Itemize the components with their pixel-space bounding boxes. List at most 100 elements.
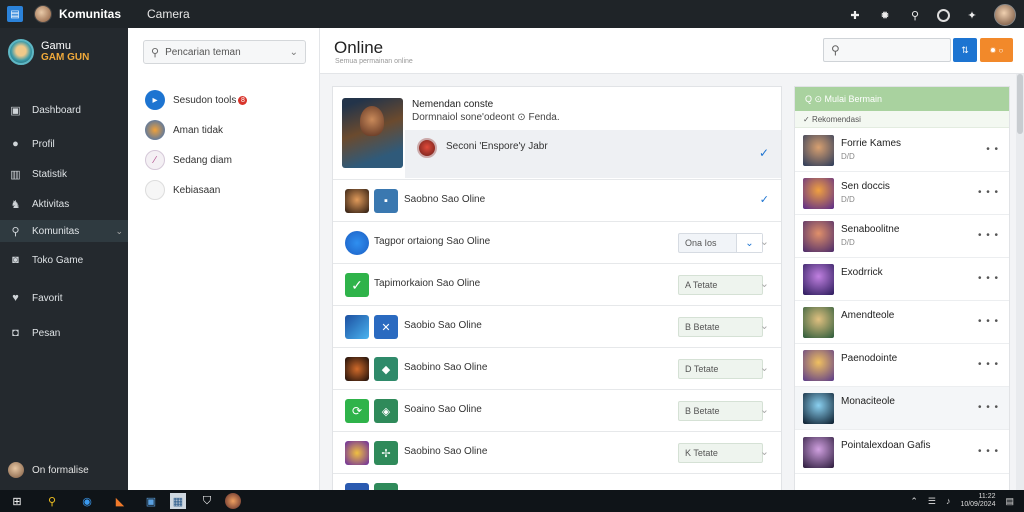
game-row[interactable]: ▪ Saobno Sao Oline ✓ bbox=[333, 179, 781, 221]
friend-item[interactable]: ▸ Sesudon tools 8 bbox=[145, 90, 248, 110]
game-row[interactable]: Tagpor ortaiong Sao Oline Ona Ios ⌄ ⌄ bbox=[333, 221, 781, 263]
folder-icon[interactable]: ▣ bbox=[143, 493, 159, 509]
recommended-game[interactable]: Senaboolitne D/D • • • bbox=[795, 215, 1009, 258]
featured-row-text: Seconi 'Enspore'y Jabr bbox=[446, 141, 548, 152]
search-icon[interactable]: ⚲ bbox=[44, 493, 60, 509]
settings-icon[interactable]: ✹ bbox=[877, 7, 893, 23]
check-icon[interactable]: ✓ bbox=[760, 193, 769, 206]
app-icon[interactable]: ▤ bbox=[7, 6, 23, 22]
more-icon[interactable]: • • • bbox=[978, 187, 999, 198]
user-avatar[interactable] bbox=[994, 4, 1016, 26]
nav-footer[interactable]: On formalise bbox=[8, 462, 89, 478]
active-app-icon[interactable]: ▦ bbox=[170, 493, 186, 509]
friend-item[interactable]: Aman tidak bbox=[145, 120, 223, 140]
recommended-game[interactable]: Exodrrick • • • bbox=[795, 258, 1009, 301]
brand[interactable]: Gamu GAM GUN bbox=[0, 28, 128, 80]
monitor-icon: ▣ bbox=[10, 104, 21, 117]
friend-item[interactable]: ∕ Sedang diam bbox=[145, 150, 232, 170]
status-pill-label: Ona Ios bbox=[685, 238, 717, 248]
puzzle-icon[interactable]: ✚ bbox=[847, 7, 863, 23]
chevron-up-icon[interactable]: ⌃ bbox=[910, 496, 918, 507]
status-pill[interactable]: D Tetate bbox=[678, 359, 763, 379]
title-bar: ▤ Komunitas Camera ✚ ✹ ⚲ ✦ bbox=[0, 0, 1024, 28]
search-user-icon: ⚲ bbox=[11, 225, 20, 238]
search-icon[interactable]: ⚲ bbox=[907, 7, 923, 23]
clock-time: 11:22 bbox=[978, 493, 996, 500]
featured-title: Nemendan conste bbox=[412, 99, 494, 110]
recommended-game[interactable]: Amendteole • • • bbox=[795, 301, 1009, 344]
friends-search-input[interactable]: ⚲ Pencarian teman ⌄ bbox=[143, 40, 306, 64]
chat-icon: ◘ bbox=[12, 327, 19, 339]
clock[interactable]: 11:22 10/09/2024 bbox=[960, 493, 995, 509]
gift-icon[interactable]: ✦ bbox=[964, 7, 980, 23]
more-icon[interactable]: • • • bbox=[978, 273, 999, 284]
chevron-down-icon[interactable]: ⌄ bbox=[290, 47, 298, 58]
friend-item[interactable]: Kebiasaan bbox=[145, 180, 220, 200]
chevron-down-icon[interactable]: ⌄ bbox=[760, 235, 769, 248]
recommended-game[interactable]: Forrie Kames D/D • • bbox=[795, 129, 1009, 172]
more-icon[interactable]: • • • bbox=[978, 402, 999, 413]
nav-item-profile[interactable]: ● Profil bbox=[0, 133, 128, 155]
network-icon[interactable]: ☰ bbox=[928, 496, 936, 507]
nav-item-dashboard[interactable]: ▣ Dashboard bbox=[0, 99, 128, 121]
recommended-game[interactable]: Paenodointe • • • bbox=[795, 344, 1009, 387]
nav-item-messages[interactable]: ◘ Pesan bbox=[0, 322, 128, 344]
profile-avatar[interactable] bbox=[34, 5, 52, 23]
chevron-down-icon[interactable]: ⌄ bbox=[760, 277, 769, 290]
shield-icon[interactable]: ⛉ bbox=[199, 493, 215, 509]
recommended-game[interactable]: Monaciteole • • • bbox=[795, 387, 1009, 430]
browser-icon[interactable]: ◉ bbox=[79, 493, 95, 509]
recommended-game[interactable]: Sen doccis D/D • • • bbox=[795, 172, 1009, 215]
app-icon[interactable]: ◣ bbox=[112, 493, 128, 509]
vertical-scrollbar[interactable] bbox=[1016, 74, 1024, 490]
game-row[interactable]: ⟳ ◈ Soaino Sao Oline B Betate ⌄ bbox=[333, 389, 781, 431]
chevron-down-icon[interactable]: ⌄ bbox=[760, 445, 769, 458]
recommended-game[interactable]: Pointalexdoan Gafis • • • bbox=[795, 431, 1009, 474]
more-icon[interactable]: • • • bbox=[978, 316, 999, 327]
game-row[interactable]: ✓ Tapimorkaion Sao Oline A Tetate ⌄ bbox=[333, 263, 781, 305]
status-pill[interactable]: B Betate bbox=[678, 401, 763, 421]
featured-game[interactable]: Nemendan conste Dormnaiol sone'odeont ⊙ … bbox=[333, 87, 781, 179]
start-icon[interactable]: ⊞ bbox=[9, 493, 25, 509]
main-search-input[interactable]: ⚲ bbox=[823, 38, 951, 62]
status-pill[interactable]: A Tetate bbox=[678, 275, 763, 295]
tab-camera[interactable]: Camera bbox=[147, 7, 190, 21]
game-thumbnail bbox=[345, 315, 369, 339]
status-pill[interactable]: Ona Ios ⌄ bbox=[678, 233, 763, 253]
notification-center-icon[interactable]: ▤ bbox=[1005, 496, 1014, 507]
panel-header[interactable]: Q ⊙ Mulai Bermain bbox=[795, 87, 1009, 111]
game-row[interactable] bbox=[333, 473, 781, 490]
nav-item-favorites[interactable]: ♥ Favorit bbox=[0, 287, 128, 309]
more-icon[interactable]: • • • bbox=[978, 446, 999, 457]
notification-icon[interactable] bbox=[937, 8, 950, 22]
volume-icon[interactable]: ♪ bbox=[946, 496, 951, 506]
game-icon: ✢ bbox=[374, 441, 398, 465]
game-row[interactable]: ✢ Saobino Sao Oline K Tetate ⌄ bbox=[333, 431, 781, 473]
game-row[interactable]: ✕ Saobio Sao Oline B Betate ⌄ bbox=[333, 305, 781, 347]
nav-item-activity[interactable]: ♞ Aktivitas bbox=[0, 193, 128, 215]
scrollbar-thumb[interactable] bbox=[1017, 74, 1023, 134]
chevron-down-icon[interactable]: ⌄ bbox=[736, 234, 762, 252]
friends-search-placeholder: Pencarian teman bbox=[165, 46, 241, 58]
filter-button[interactable]: ⇅ bbox=[953, 38, 977, 62]
game-launcher-icon[interactable] bbox=[225, 493, 241, 509]
settings-button[interactable]: ✹ ○ bbox=[980, 38, 1013, 62]
chevron-down-icon[interactable]: ⌄ bbox=[760, 361, 769, 374]
status-pill[interactable]: K Tetate bbox=[678, 443, 763, 463]
status-pill[interactable]: B Betate bbox=[678, 317, 763, 337]
recommendation-panel: Q ⊙ Mulai Bermain ✓ Rekomendasi Forrie K… bbox=[794, 86, 1010, 490]
friend-avatar bbox=[145, 120, 165, 140]
chevron-down-icon[interactable]: ⌄ bbox=[760, 319, 769, 332]
game-row[interactable]: ◆ Saobino Sao Oline D Tetate ⌄ bbox=[333, 347, 781, 389]
more-icon[interactable]: • • bbox=[986, 144, 999, 155]
nav-item-store[interactable]: ◙ Toko Game bbox=[0, 249, 128, 271]
panel-tag: ✓ Rekomendasi bbox=[795, 111, 1009, 128]
nav-item-community[interactable]: ⚲ Komunitas ⌄ bbox=[0, 220, 128, 242]
more-icon[interactable]: • • • bbox=[978, 230, 999, 241]
featured-selected-row[interactable]: Seconi 'Enspore'y Jabr ✓ bbox=[405, 130, 781, 178]
nav-item-stats[interactable]: ▥ Statistik bbox=[0, 163, 128, 185]
friend-label: Aman tidak bbox=[173, 124, 224, 136]
more-icon[interactable]: • • • bbox=[978, 359, 999, 370]
check-icon[interactable]: ✓ bbox=[759, 146, 769, 160]
chevron-down-icon[interactable]: ⌄ bbox=[760, 403, 769, 416]
